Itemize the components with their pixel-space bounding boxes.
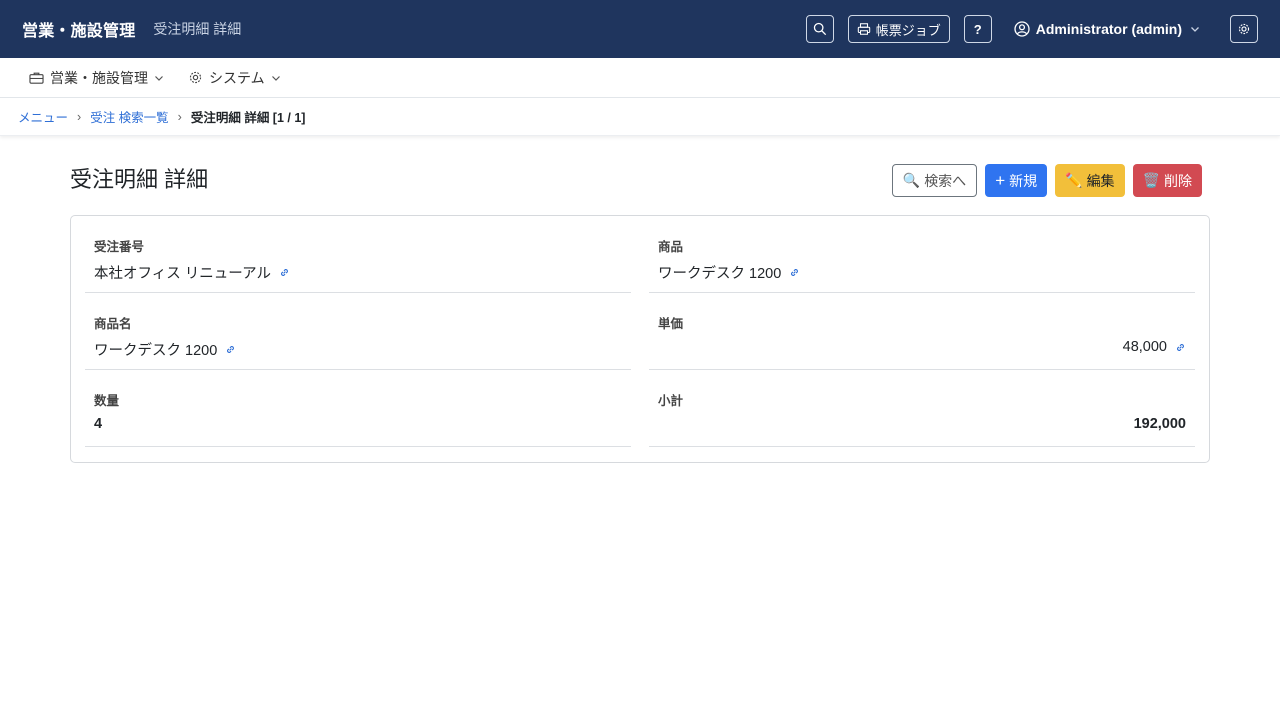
field-product-name: 商品名 ワークデスク 1200 (85, 293, 631, 370)
delete-button[interactable]: 🗑️ 削除 (1132, 164, 1202, 197)
breadcrumb-current: 受注明細 詳細 [1 / 1] (190, 111, 306, 125)
field-value: ワークデスク 1200 (94, 339, 236, 360)
plus-icon: + (995, 171, 1006, 190)
to-search-button[interactable]: 🔍 検索へ (891, 164, 978, 197)
pencil-icon: ✏️ (1065, 172, 1083, 188)
search-button[interactable] (805, 15, 834, 43)
user-circle-icon (1014, 21, 1030, 37)
field-subtotal: 小計 192,000 (649, 370, 1195, 447)
menu-bar: 営業・施設管理 システム (0, 58, 1280, 98)
quantity-value: 4 (94, 416, 103, 432)
field-product: 商品 ワークデスク 1200 (649, 216, 1195, 293)
menu-sales-facility-label: 営業・施設管理 (50, 69, 148, 86)
edit-button[interactable]: ✏️ 編集 (1055, 164, 1125, 197)
navbar-actions: 帳票ジョブ ? Administrator (admin) (805, 15, 1258, 43)
breadcrumb: メニュー › 受注 検索一覧 › 受注明細 詳細 [1 / 1] (0, 98, 1280, 136)
gear-icon (189, 71, 202, 84)
trash-icon: 🗑️ (1142, 172, 1160, 188)
printer-icon (857, 23, 870, 35)
field-quantity: 数量 4 (85, 370, 631, 447)
user-menu[interactable]: Administrator (admin) (1014, 21, 1200, 37)
chevron-down-icon (1191, 27, 1199, 32)
report-jobs-label: 帳票ジョブ (875, 22, 941, 38)
new-button[interactable]: + 新規 (985, 164, 1048, 197)
menu-sales-facility[interactable]: 営業・施設管理 (29, 68, 164, 88)
field-order-number: 受注番号 本社オフィス リニューアル (85, 216, 631, 293)
breadcrumb-separator: › (177, 109, 182, 124)
product-value[interactable]: ワークデスク 1200 (658, 262, 781, 283)
product-name-value[interactable]: ワークデスク 1200 (94, 339, 217, 360)
field-label: 商品名 (94, 317, 132, 331)
search-icon (813, 22, 826, 36)
link-icon[interactable] (279, 267, 290, 278)
page-title: 受注明細 詳細 (70, 167, 209, 192)
gear-icon (1238, 23, 1250, 35)
breadcrumb-separator: › (77, 109, 82, 124)
breadcrumb-menu-link[interactable]: メニュー (18, 107, 68, 126)
menu-system-label: システム (209, 69, 265, 86)
user-name: Administrator (admin) (1035, 21, 1182, 37)
chevron-down-icon (271, 75, 280, 81)
field-label: 数量 (94, 394, 120, 408)
field-label: 小計 (658, 394, 684, 408)
settings-button[interactable] (1230, 15, 1258, 43)
field-label: 単価 (658, 317, 684, 331)
action-buttons: 🔍 検索へ + 新規 ✏️ 編集 🗑️ 削除 (884, 164, 1202, 197)
magnifier-icon: 🔍 (902, 172, 921, 188)
link-icon[interactable] (1175, 342, 1186, 353)
to-search-label: 検索へ (924, 172, 967, 189)
unit-price-value[interactable]: 48,000 (1123, 339, 1167, 355)
field-value: 48,000 (1123, 339, 1186, 355)
app-brand[interactable]: 営業・施設管理 (22, 17, 135, 41)
field-value: ワークデスク 1200 (658, 262, 800, 283)
detail-card: 受注番号 本社オフィス リニューアル 商品 ワークデスク 1200 商品名 ワー… (70, 215, 1210, 463)
report-jobs-button[interactable]: 帳票ジョブ (847, 15, 950, 43)
top-navbar: 営業・施設管理 受注明細 詳細 帳票ジョブ ? Administrator (a… (0, 0, 1280, 58)
edit-label: 編集 (1086, 172, 1115, 189)
field-label: 商品 (658, 240, 684, 254)
field-value: 本社オフィス リニューアル (94, 262, 290, 283)
breadcrumb-order-search-link[interactable]: 受注 検索一覧 (90, 107, 168, 126)
link-icon[interactable] (789, 267, 800, 278)
field-label: 受注番号 (94, 240, 145, 254)
chevron-down-icon (155, 75, 163, 81)
help-button[interactable]: ? (963, 15, 992, 43)
subtotal-value: 192,000 (1133, 416, 1186, 432)
delete-label: 削除 (1164, 172, 1192, 189)
order-number-value[interactable]: 本社オフィス リニューアル (94, 262, 271, 283)
new-label: 新規 (1009, 172, 1038, 189)
field-unit-price: 単価 48,000 (649, 293, 1195, 370)
briefcase-icon (29, 72, 44, 84)
page-subtitle: 受注明細 詳細 (153, 21, 242, 37)
menu-system[interactable]: システム (188, 68, 281, 88)
link-icon[interactable] (225, 344, 236, 355)
